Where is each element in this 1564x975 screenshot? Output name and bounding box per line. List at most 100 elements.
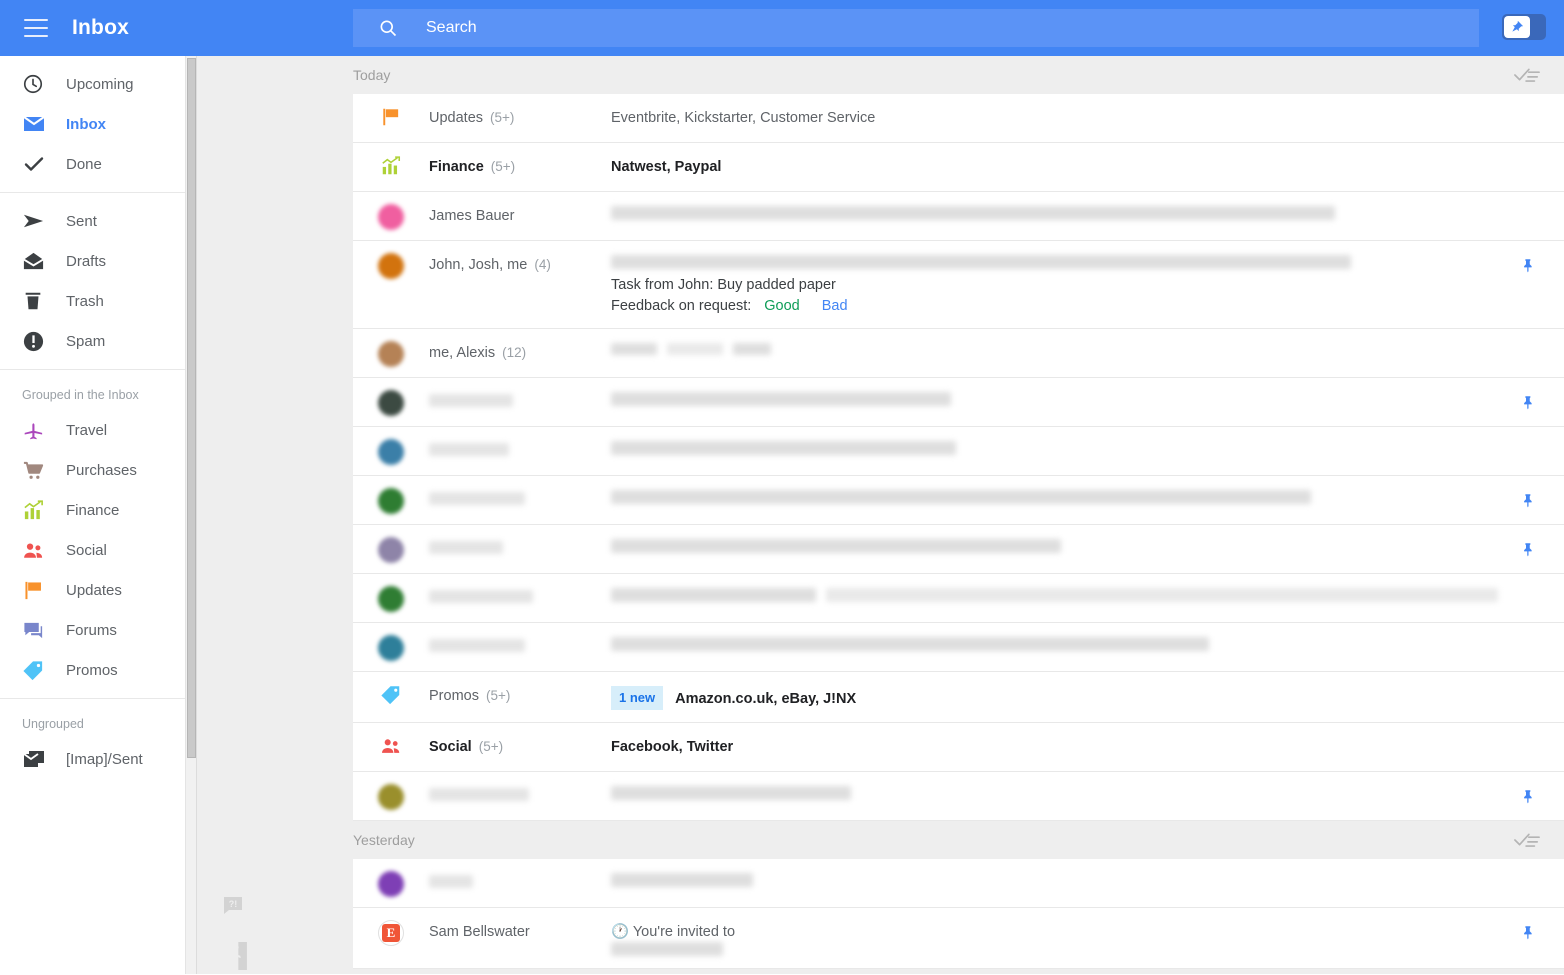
pin-icon[interactable] xyxy=(1518,539,1538,559)
row-body xyxy=(611,859,1564,899)
feedback-bubble-icon[interactable]: ?! xyxy=(221,894,245,923)
row-body xyxy=(611,329,1564,367)
day-header: Today xyxy=(353,56,1564,94)
pin-toggle[interactable] xyxy=(1502,14,1546,40)
sidebar-item-inbox[interactable]: Inbox xyxy=(0,104,185,144)
flag-icon xyxy=(22,579,48,602)
sidebar: Upcoming Inbox Done Sent Drafts Trash Sp… xyxy=(0,56,186,974)
sender-name: me, Alexis xyxy=(429,345,496,361)
row-avatar-cell xyxy=(353,378,429,416)
alert-icon xyxy=(22,330,48,353)
row-subject xyxy=(611,490,1494,504)
email-row[interactable]: Finance (5+) Natwest, Paypal xyxy=(353,143,1564,192)
sidebar-item-travel[interactable]: Travel xyxy=(0,410,185,450)
feedback-line: Feedback on request: Good Bad xyxy=(611,296,1494,316)
email-row[interactable] xyxy=(353,427,1564,476)
sidebar-item-label: Inbox xyxy=(66,115,106,133)
row-body xyxy=(611,476,1564,516)
day-label: Today xyxy=(353,67,391,83)
row-body xyxy=(611,623,1564,663)
email-row[interactable] xyxy=(353,378,1564,427)
email-row[interactable]: Social (5+) Facebook, Twitter xyxy=(353,723,1564,772)
sidebar-scrollbar-thumb[interactable] xyxy=(187,58,196,758)
email-row[interactable] xyxy=(353,476,1564,525)
sidebar-item-finance[interactable]: Finance xyxy=(0,490,185,530)
mark-all-done-icon[interactable] xyxy=(1514,831,1564,849)
draft-envelope-icon xyxy=(22,250,48,273)
sidebar-group-ungrouped: Ungrouped [Imap]/Sent xyxy=(0,698,185,787)
sidebar-item-imap-sent[interactable]: [Imap]/Sent xyxy=(0,739,185,779)
row-sender: Finance (5+) xyxy=(429,143,611,175)
sidebar-item-sent[interactable]: Sent xyxy=(0,201,185,241)
row-subject xyxy=(611,392,1494,406)
email-row[interactable]: John, Josh, me (4) Task from John: Buy pad… xyxy=(353,241,1564,329)
sidebar-item-social[interactable]: Social xyxy=(0,530,185,570)
mark-all-done-icon[interactable] xyxy=(1514,66,1564,84)
pin-icon[interactable] xyxy=(1518,490,1538,510)
sidebar-item-label: Spam xyxy=(66,332,106,350)
pin-icon[interactable] xyxy=(1518,922,1538,942)
airplane-icon xyxy=(22,419,48,442)
row-subject xyxy=(611,588,1498,602)
email-row[interactable]: Promos (5+) 1 new Amazon.co.uk, eBay, J!NX xyxy=(353,672,1564,723)
email-row[interactable] xyxy=(353,772,1564,821)
clock-emoji: 🕐 xyxy=(611,924,630,940)
email-row[interactable] xyxy=(353,859,1564,908)
row-subject xyxy=(611,343,1494,355)
feedback-bad-link[interactable]: Bad xyxy=(822,298,848,314)
sidebar-item-promos[interactable]: Promos xyxy=(0,650,185,690)
sidebar-item-done[interactable]: Done xyxy=(0,144,185,184)
sidebar-item-forums[interactable]: Forums xyxy=(0,610,185,650)
sidebar-group-grouped: Grouped in the Inbox Travel Purchases Fi… xyxy=(0,369,185,698)
pin-icon[interactable] xyxy=(1518,255,1538,275)
search-input[interactable] xyxy=(426,19,1426,37)
hamburger-icon[interactable] xyxy=(24,19,48,37)
row-sender: Social (5+) xyxy=(429,723,611,755)
tag-icon xyxy=(22,659,48,682)
running-man-exit-icon[interactable] xyxy=(221,942,247,975)
row-body xyxy=(611,772,1564,812)
feedback-good-link[interactable]: Good xyxy=(764,298,799,314)
redacted-text xyxy=(429,788,529,801)
email-row[interactable]: E Sam Bellswater 🕐 You're invited to xyxy=(353,908,1564,969)
avatar xyxy=(378,537,404,563)
email-row[interactable] xyxy=(353,574,1564,623)
check-icon xyxy=(22,152,48,176)
sidebar-item-label: Purchases xyxy=(66,461,137,479)
sidebar-item-upcoming[interactable]: Upcoming xyxy=(0,64,185,104)
sidebar-scrollbar-track[interactable] xyxy=(186,56,197,974)
sidebar-item-purchases[interactable]: Purchases xyxy=(0,450,185,490)
sidebar-item-drafts[interactable]: Drafts xyxy=(0,241,185,281)
row-sender xyxy=(429,525,611,554)
avatar xyxy=(378,253,404,279)
email-row[interactable]: Updates (5+) Eventbrite, Kickstarter, Cust… xyxy=(353,94,1564,143)
redacted-text xyxy=(429,875,473,888)
page-title: Inbox xyxy=(72,16,129,39)
row-body: 1 new Amazon.co.uk, eBay, J!NX xyxy=(611,672,1564,722)
pin-icon[interactable] xyxy=(1518,392,1538,412)
svg-text:?!: ?! xyxy=(229,899,238,909)
pin-icon xyxy=(1504,16,1530,38)
sidebar-item-label: Travel xyxy=(66,421,108,439)
redacted-text xyxy=(611,786,851,800)
sidebar-item-label: [Imap]/Sent xyxy=(66,750,143,768)
email-row[interactable]: James Bauer xyxy=(353,192,1564,241)
sidebar-item-label: Done xyxy=(66,155,102,173)
chart-bars-icon xyxy=(22,499,48,522)
email-row[interactable] xyxy=(353,623,1564,672)
sender-name: Sam Bellswater xyxy=(429,924,530,940)
sender-name: Promos xyxy=(429,688,479,704)
email-row[interactable]: me, Alexis (12) xyxy=(353,329,1564,378)
sender-name: Finance xyxy=(429,159,484,175)
redacted-text xyxy=(611,873,753,887)
email-row[interactable] xyxy=(353,525,1564,574)
redacted-text xyxy=(611,637,1209,651)
sidebar-item-spam[interactable]: Spam xyxy=(0,321,185,361)
row-body: Natwest, Paypal xyxy=(611,143,1564,189)
avatar xyxy=(378,341,404,367)
pin-icon[interactable] xyxy=(1518,786,1538,806)
sidebar-item-updates[interactable]: Updates xyxy=(0,570,185,610)
sidebar-item-label: Updates xyxy=(66,581,122,599)
sidebar-item-trash[interactable]: Trash xyxy=(0,281,185,321)
search-bar[interactable] xyxy=(353,9,1479,47)
